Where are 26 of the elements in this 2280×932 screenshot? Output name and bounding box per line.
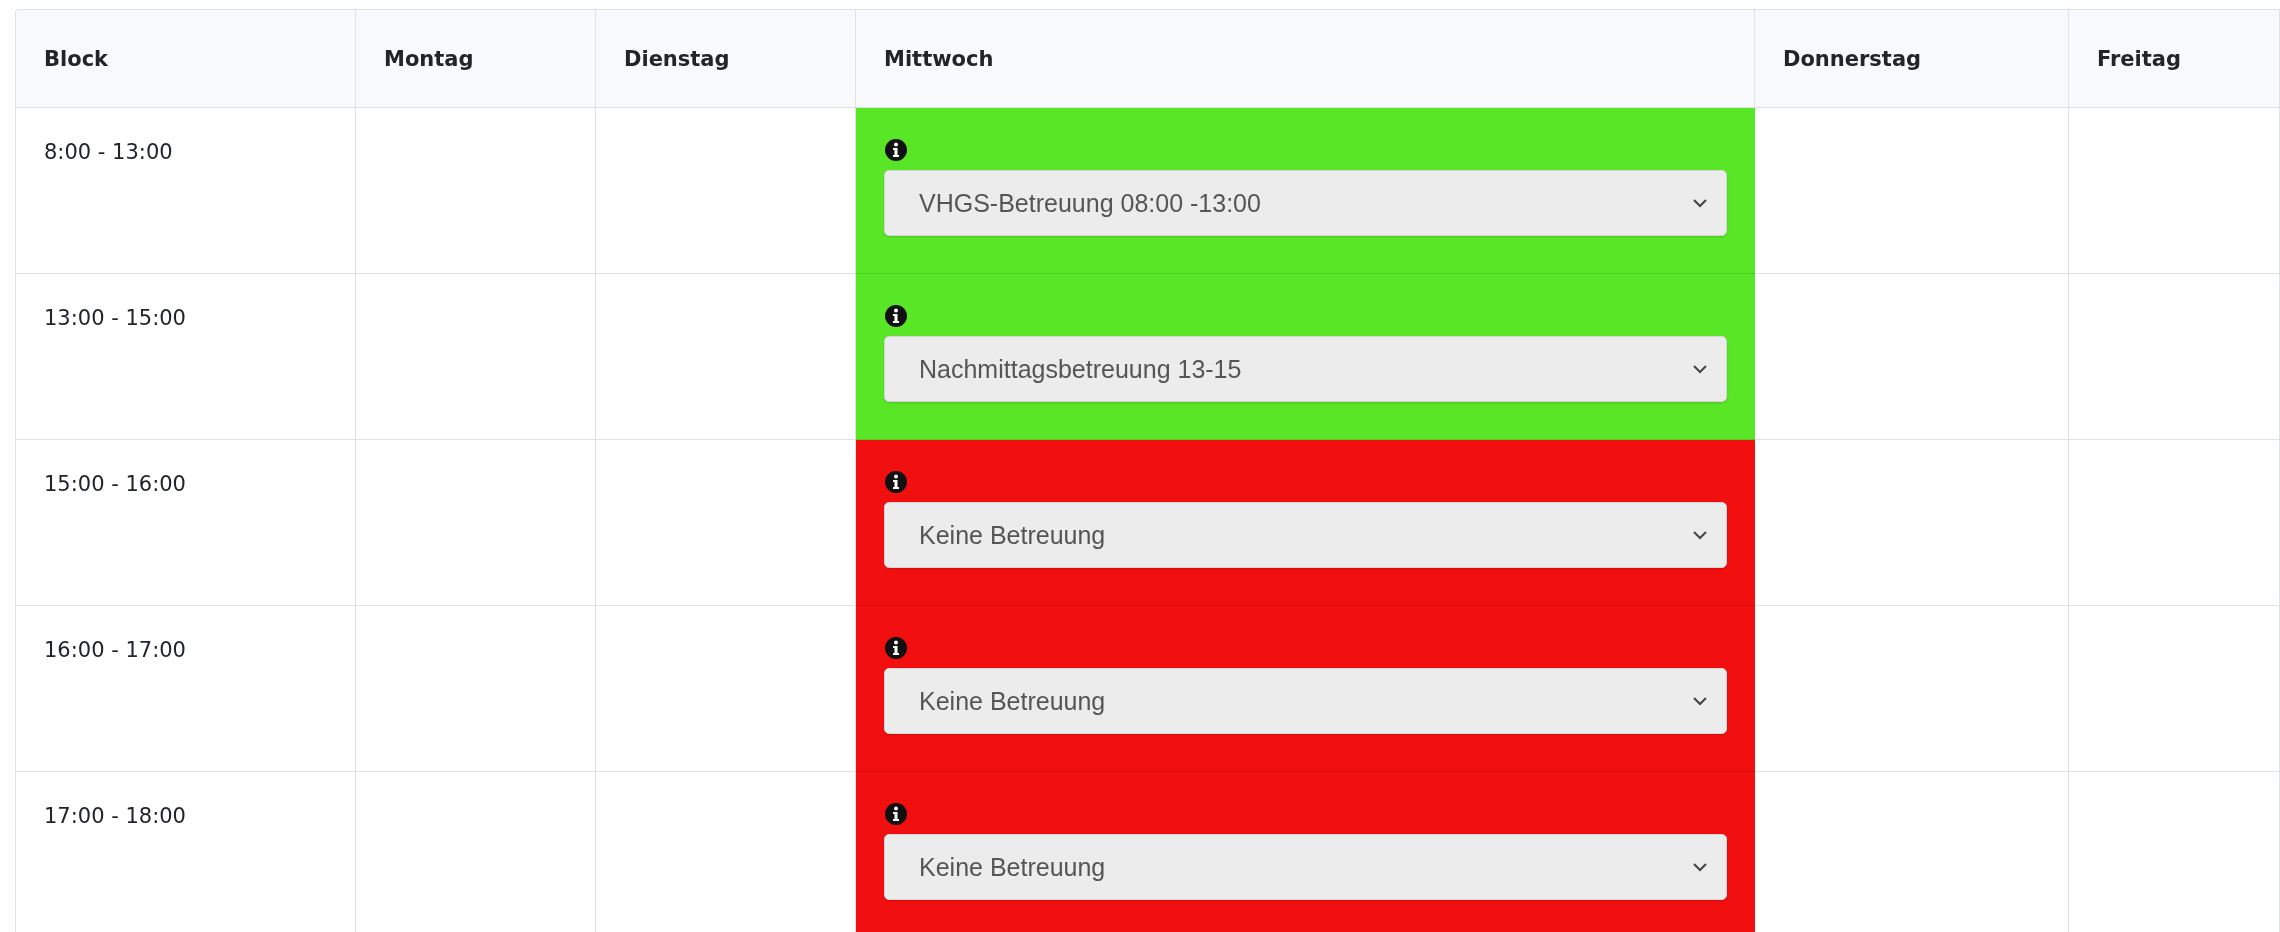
column-header: Donnerstag <box>1783 46 1922 71</box>
time-block-label: 13:00 - 15:00 <box>44 306 186 330</box>
info-icon[interactable] <box>884 636 908 660</box>
column-header: Mittwoch <box>884 46 994 71</box>
column-header: Montag <box>384 46 474 71</box>
column-header: Freitag <box>2097 46 2182 71</box>
caret-icon <box>1692 530 1708 540</box>
info-icon[interactable] <box>884 470 908 494</box>
caret-icon <box>1692 696 1708 706</box>
caret-icon <box>1692 862 1708 872</box>
dropdown[interactable]: Keine Betreuung <box>884 668 1727 734</box>
column-header: Block <box>44 46 109 71</box>
time-block-label: 15:00 - 16:00 <box>44 472 186 496</box>
info-icon[interactable] <box>884 802 908 826</box>
time-block-label: 16:00 - 17:00 <box>44 638 186 662</box>
time-block-label: 17:00 - 18:00 <box>44 804 186 828</box>
info-icon[interactable] <box>884 138 908 162</box>
info-icon[interactable] <box>884 304 908 328</box>
dropdown[interactable]: VHGS-Betreuung 08:00 -13:00 <box>884 170 1727 236</box>
dropdown[interactable]: Keine Betreuung <box>884 834 1727 900</box>
caret-icon <box>1692 364 1708 374</box>
dropdown[interactable]: Keine Betreuung <box>884 502 1727 568</box>
dropdown[interactable]: Nachmittagsbetreuung 13-15 <box>884 336 1727 402</box>
column-header: Dienstag <box>624 46 730 71</box>
time-block-label: 8:00 - 13:00 <box>44 140 173 164</box>
caret-icon <box>1692 198 1708 208</box>
